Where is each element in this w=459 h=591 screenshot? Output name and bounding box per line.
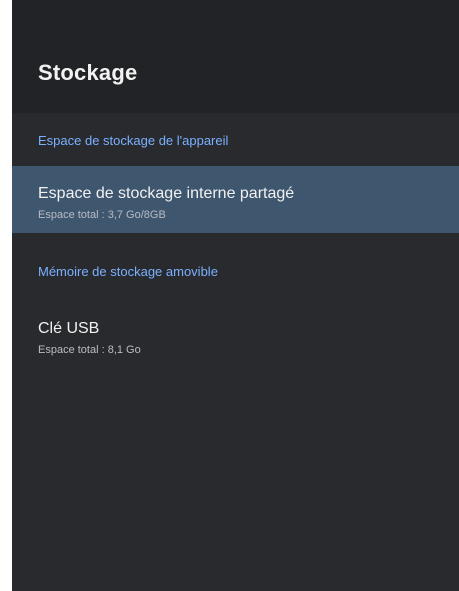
section-header-removable-storage: Mémoire de stockage amovible — [38, 264, 218, 279]
list-item-usb-key[interactable]: Clé USB Espace total : 8,1 Go — [12, 308, 459, 370]
internal-storage-title: Espace de stockage interne partagé — [38, 185, 295, 202]
usb-key-title: Clé USB — [38, 320, 100, 337]
section-header-device-storage: Espace de stockage de l'appareil — [38, 133, 229, 148]
storage-settings-screen: Stockage Espace de stockage de l'apparei… — [12, 0, 459, 591]
usb-key-subtitle: Espace total : 8,1 Go — [38, 344, 141, 356]
header-bar: Stockage — [12, 0, 459, 113]
internal-storage-subtitle: Espace total : 3,7 Go/8GB — [38, 209, 166, 221]
list-item-internal-storage[interactable]: Espace de stockage interne partagé Espac… — [12, 166, 459, 233]
page-title: Stockage — [38, 60, 138, 85]
